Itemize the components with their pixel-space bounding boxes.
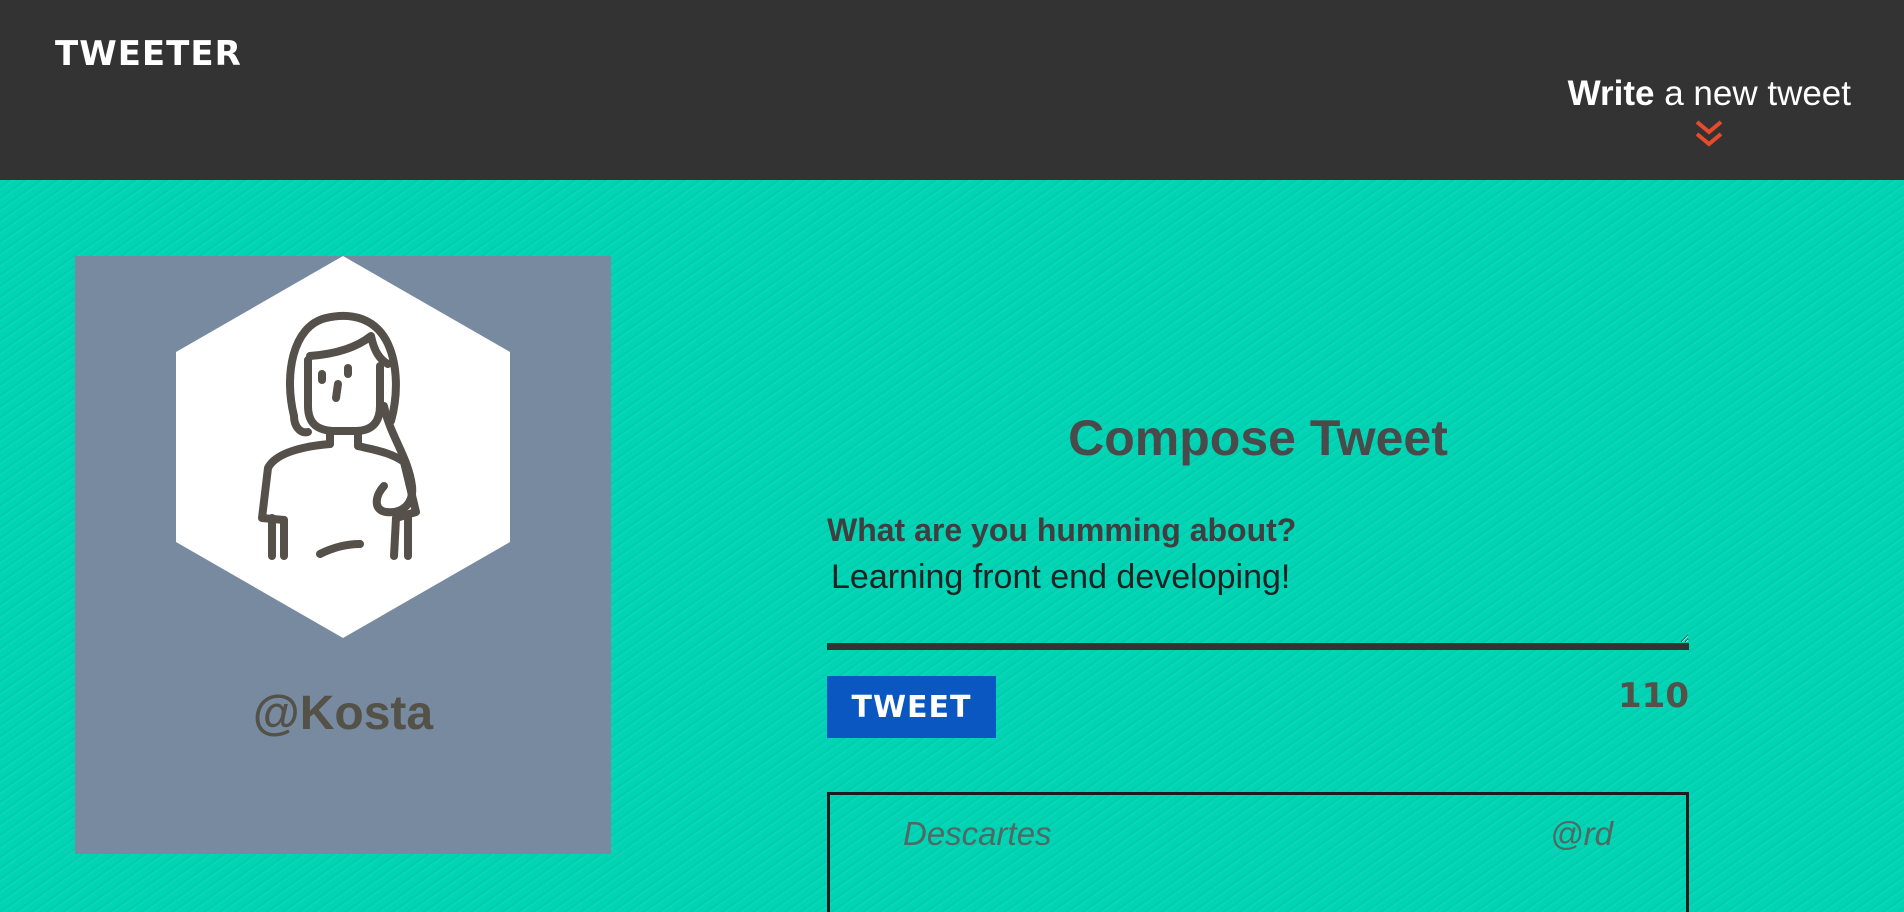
tweet-button[interactable]: TWEET (827, 676, 996, 738)
profile-handle: @Kosta (252, 687, 434, 740)
brand-logo[interactable]: TWEETER (55, 34, 242, 74)
compose-prompt-label: What are you humming about? (827, 512, 1297, 548)
tweet-textarea[interactable]: Learning front end developing! (827, 552, 1689, 650)
write-strong-text: Write (1567, 74, 1655, 113)
write-rest-text: a new tweet (1654, 74, 1851, 113)
write-new-tweet-toggle[interactable]: Write a new tweet (1568, 74, 1851, 150)
tweet-author-name: Descartes (903, 815, 1052, 852)
tweet-author-handle: @rd (1550, 815, 1613, 852)
user-avatar-icon (176, 256, 510, 638)
write-new-tweet-label: Write a new tweet (1568, 74, 1851, 114)
profile-card: @Kosta (75, 256, 611, 854)
double-chevron-down-icon[interactable] (1693, 118, 1725, 150)
tweet-card: Descartes @rd (827, 792, 1689, 912)
compose-tweet-section: Compose Tweet What are you humming about… (827, 400, 1689, 738)
top-navbar: TWEETER Write a new tweet (0, 0, 1904, 180)
character-counter: 110 (1618, 676, 1689, 716)
compose-title: Compose Tweet (1068, 410, 1448, 466)
